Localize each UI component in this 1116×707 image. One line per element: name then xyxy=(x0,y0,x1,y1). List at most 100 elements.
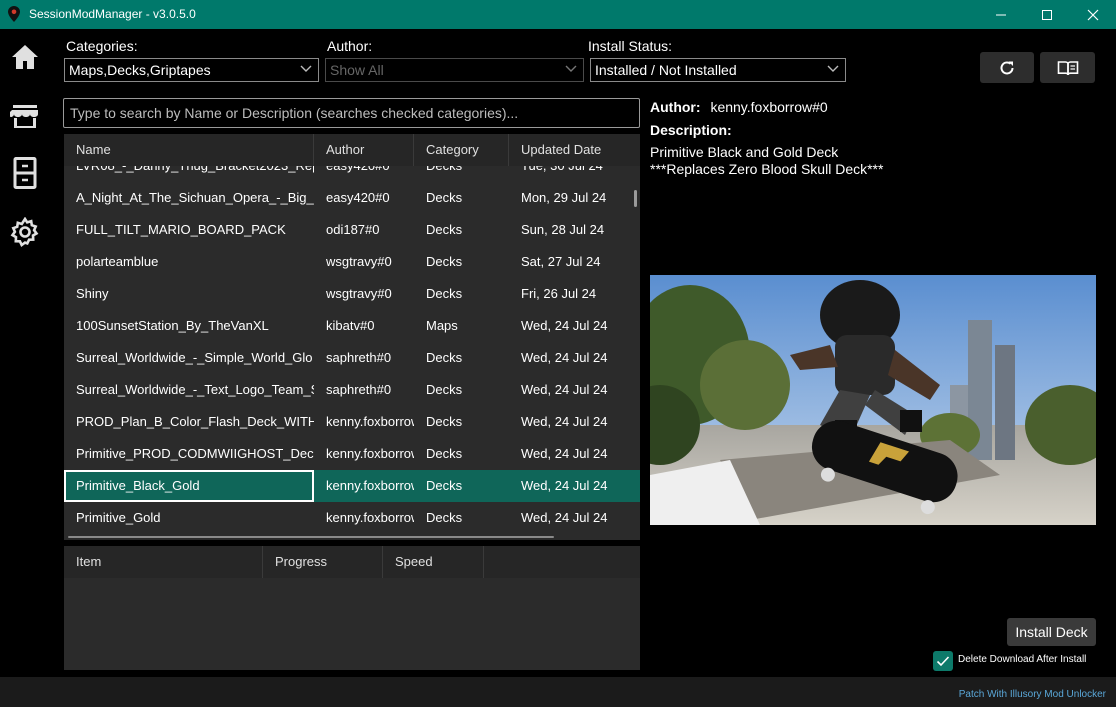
table-row[interactable]: 100SunsetStation_By_TheVanXL kibatv#0 Maps… xyxy=(64,310,640,342)
install-status-dropdown[interactable]: Installed / Not Installed xyxy=(590,58,846,82)
table-row[interactable]: Primitive_PROD_CODMWIIGHOST_Deck_ kenny.f… xyxy=(64,438,640,470)
description-line-1: Primitive Black and Gold Deck xyxy=(650,144,839,160)
description-line-2: ***Replaces Zero Blood Skull Deck*** xyxy=(650,161,884,177)
column-header-progress[interactable]: Progress xyxy=(263,546,383,578)
search-input[interactable]: Type to search by Name or Description (s… xyxy=(63,98,640,128)
cell-date: Wed, 24 Jul 24 xyxy=(521,350,608,365)
column-header-name[interactable]: Name xyxy=(64,134,314,166)
nav-storage[interactable] xyxy=(8,156,42,190)
cell-date: Mon, 29 Jul 24 xyxy=(521,190,607,205)
delete-download-checkbox[interactable] xyxy=(933,651,953,671)
nav-store[interactable] xyxy=(8,99,42,133)
horizontal-scrollbar[interactable] xyxy=(68,536,554,538)
table-row[interactable]: Shiny wsgtravy#0 Decks Fri, 26 Jul 24 xyxy=(64,278,640,310)
cell-name: Primitive_Black_Gold xyxy=(64,470,314,502)
table-row[interactable]: polarteamblue wsgtravy#0 Decks Sat, 27 Jul … xyxy=(64,246,640,278)
cell-author: kenny.foxborrow#0 xyxy=(326,414,414,429)
cell-name: Primitive_Gold xyxy=(76,510,161,525)
cell-date: Sun, 28 Jul 24 xyxy=(521,222,605,237)
cell-date: Sat, 27 Jul 24 xyxy=(521,254,601,269)
cell-author: easy420#0 xyxy=(326,190,390,205)
cell-author: odi187#0 xyxy=(326,222,380,237)
refresh-icon xyxy=(1000,60,1014,74)
table-row-selected[interactable]: Primitive_Black_Gold kenny.foxborrow#0 Dec… xyxy=(64,470,640,502)
title-bar: SessionModManager - v3.0.5.0 xyxy=(0,0,1116,29)
table-row[interactable]: A_Night_At_The_Sichuan_Opera_-_Big_C easy… xyxy=(64,182,640,214)
home-icon xyxy=(12,45,38,69)
table-row[interactable]: FULL_TILT_MARIO_BOARD_PACK odi187#0 Decks S… xyxy=(64,214,640,246)
cell-category: Decks xyxy=(426,446,463,461)
mod-preview-image xyxy=(650,275,1096,525)
vertical-scrollbar[interactable] xyxy=(634,190,637,207)
cell-name: polarteamblue xyxy=(76,254,159,269)
maximize-button[interactable] xyxy=(1024,0,1070,29)
column-header-speed[interactable]: Speed xyxy=(383,546,484,578)
table-row[interactable]: Surreal_Worldwide_-_Text_Logo_Team_S saph… xyxy=(64,374,640,406)
cell-name: FULL_TILT_MARIO_BOARD_PACK xyxy=(76,222,286,237)
close-button[interactable] xyxy=(1070,0,1116,29)
cell-author: wsgtravy#0 xyxy=(326,286,392,301)
mods-table: Name Author Category Updated Date LVR08_… xyxy=(64,134,640,540)
delete-download-label: Delete Download After Install xyxy=(958,654,1087,665)
table-row[interactable]: Surreal_Worldwide_-_Simple_World_Glo saph… xyxy=(64,342,640,374)
patch-link[interactable]: Patch With Illusory Mod Unlocker xyxy=(959,689,1106,700)
cell-date: Wed, 24 Jul 24 xyxy=(521,446,608,461)
column-header-item[interactable]: Item xyxy=(64,546,263,578)
cell-category: Decks xyxy=(426,254,463,269)
column-header-updated-date[interactable]: Updated Date xyxy=(509,134,640,166)
window-title: SessionModManager - v3.0.5.0 xyxy=(29,7,196,21)
categories-value: Maps,Decks,Griptapes xyxy=(69,62,211,78)
cell-name: Surreal_Worldwide_-_Simple_World_Glo xyxy=(76,350,313,365)
refresh-button[interactable] xyxy=(980,52,1034,83)
categories-label: Categories: xyxy=(66,38,138,54)
cell-author: saphreth#0 xyxy=(326,350,392,365)
cell-author: wsgtravy#0 xyxy=(326,254,392,269)
location-pin-icon xyxy=(8,6,20,22)
checkmark-icon xyxy=(936,656,950,667)
table-row[interactable]: Primitive_Gold kenny.foxborrow#0 Decks Wed,… xyxy=(64,502,640,534)
cell-category: Decks xyxy=(426,286,463,301)
minimize-button[interactable] xyxy=(978,0,1024,29)
cell-date: Wed, 24 Jul 24 xyxy=(521,510,608,525)
table-row[interactable]: PROD_Plan_B_Color_Flash_Deck_WITH_S kenny… xyxy=(64,406,640,438)
install-status-label: Install Status: xyxy=(588,38,673,54)
author-value: Show All xyxy=(330,62,384,78)
column-header-category[interactable]: Category xyxy=(414,134,509,166)
chevron-down-icon xyxy=(827,65,839,72)
cell-date: Wed, 24 Jul 24 xyxy=(521,382,608,397)
cell-category: Decks xyxy=(426,478,463,493)
nav-home[interactable] xyxy=(8,40,42,74)
guide-button[interactable] xyxy=(1040,52,1095,83)
cell-category: Decks xyxy=(426,222,463,237)
details-author-value: kenny.foxborrow#0 xyxy=(710,99,828,115)
cell-name: A_Night_At_The_Sichuan_Opera_-_Big_C xyxy=(76,190,314,205)
cell-date: Wed, 24 Jul 24 xyxy=(521,478,608,493)
cell-category: Decks xyxy=(426,190,463,205)
storage-icon xyxy=(13,157,37,189)
mods-table-header: Name Author Category Updated Date xyxy=(64,134,640,166)
store-icon xyxy=(10,105,38,128)
cell-name: Primitive_PROD_CODMWIIGHOST_Deck_ xyxy=(76,446,314,461)
cell-category: Decks xyxy=(426,414,463,429)
column-header-author[interactable]: Author xyxy=(314,134,414,166)
author-dropdown[interactable]: Show All xyxy=(325,58,584,82)
settings-gear-icon xyxy=(10,217,39,247)
cell-category: Maps xyxy=(426,318,458,333)
author-label: Author: xyxy=(327,38,373,54)
cell-name: PROD_Plan_B_Color_Flash_Deck_WITH_S xyxy=(76,414,314,429)
cell-category: Decks xyxy=(426,350,463,365)
cell-name: 100SunsetStation_By_TheVanXL xyxy=(76,318,269,333)
download-queue-table: Item Progress Speed xyxy=(64,546,640,670)
install-deck-button[interactable]: Install Deck xyxy=(1007,618,1096,646)
cell-author: kenny.foxborrow#0 xyxy=(326,446,414,461)
details-author-label: Author: xyxy=(650,99,701,115)
close-icon xyxy=(1087,9,1099,20)
cell-date: Wed, 24 Jul 24 xyxy=(521,318,608,333)
categories-dropdown[interactable]: Maps,Decks,Griptapes xyxy=(64,58,319,82)
cell-date: Wed, 24 Jul 24 xyxy=(521,414,608,429)
cell-author: kenny.foxborrow#0 xyxy=(326,478,414,493)
nav-settings[interactable] xyxy=(8,215,42,249)
cell-name: Shiny xyxy=(76,286,109,301)
status-bar: Patch With Illusory Mod Unlocker xyxy=(0,677,1116,707)
minimize-icon xyxy=(996,14,1006,15)
